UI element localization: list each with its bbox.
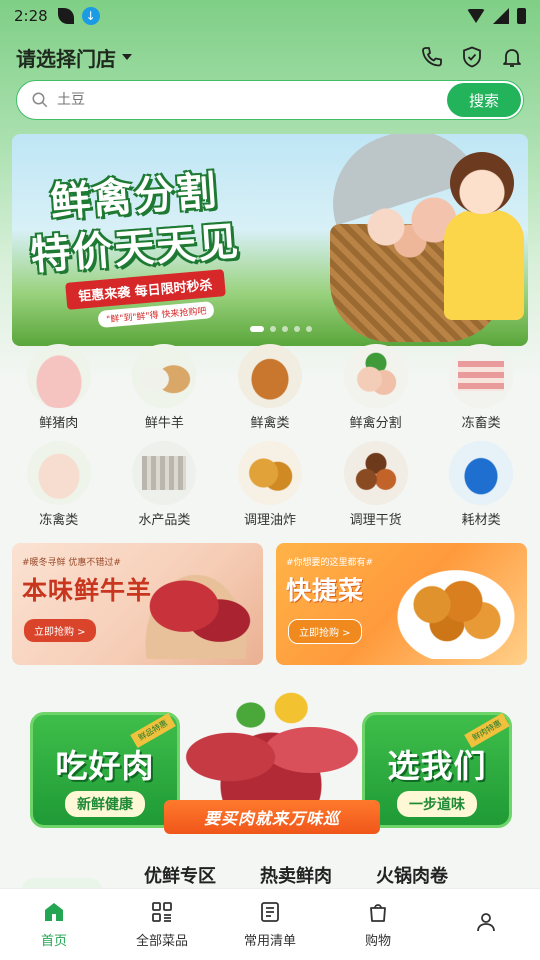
phone-icon[interactable]: [420, 45, 444, 69]
search-bar: 搜索: [16, 80, 524, 120]
promo-card-quick-dishes[interactable]: #你想要的这里都有# 快捷菜 立即抢购 >: [276, 543, 527, 665]
feature-right-text: 选我们: [387, 747, 487, 785]
category-label: 冻禽类: [39, 513, 79, 528]
bell-icon[interactable]: [500, 45, 524, 69]
search-button[interactable]: 搜索: [447, 83, 521, 117]
category-label: 鲜禽类: [250, 416, 290, 431]
tab-all-dishes[interactable]: 全部菜品: [108, 889, 216, 960]
tab-label: 全部菜品: [135, 934, 188, 949]
top-header: 请选择门店: [16, 40, 524, 74]
frozen-chicken-icon: [26, 441, 91, 505]
category-label: 鲜猪肉: [39, 416, 79, 431]
chicken-icon: [237, 344, 302, 408]
banner-character-head: [450, 152, 514, 214]
battery-icon: [517, 8, 526, 24]
tab-label: 常用清单: [243, 934, 296, 949]
carousel-indicator: [250, 326, 312, 332]
feature-right-sub: 一步道味: [397, 791, 477, 817]
search-icon: [32, 92, 48, 108]
download-icon: ↓: [81, 7, 100, 25]
feature-slogan: 要买肉就来万味巡: [164, 800, 380, 834]
glove-icon: [449, 441, 514, 505]
promo-card-beef-mutton[interactable]: #暖冬寻鲜 优惠不错过# 本味鲜牛羊 立即抢购 >: [12, 543, 263, 665]
buy-now-button[interactable]: 立即抢购 >: [24, 619, 96, 642]
buy-now-button[interactable]: 立即抢购 >: [288, 619, 362, 644]
store-selector-label: 请选择门店: [16, 46, 116, 71]
bottom-tab-bar: 首页 全部菜品 常用清单 购物: [0, 888, 540, 960]
category-label: 水产品类: [138, 513, 191, 528]
promo-tag: #你想要的这里都有#: [286, 558, 374, 568]
promo-title: 本味鲜牛羊: [22, 576, 153, 605]
tab-profile[interactable]: [432, 889, 540, 960]
feature-banner-right-panel: 鲜肉特惠 选我们 一步道味: [362, 712, 512, 828]
home-icon: [45, 903, 63, 921]
carousel-dot: [282, 326, 288, 332]
spices-icon: [343, 441, 408, 505]
category-label: 鲜牛羊: [144, 416, 184, 431]
status-indicators: [467, 8, 526, 24]
pig-icon: [26, 344, 91, 408]
category-seafood[interactable]: 水产品类: [112, 441, 218, 528]
shield-check-icon[interactable]: [460, 45, 484, 69]
promo-tag: #暖冬寻鲜 优惠不错过#: [22, 558, 121, 568]
feature-banner-left-panel: 鲜品特惠 吃好肉 新鲜健康: [30, 712, 180, 828]
category-poultry-cuts[interactable]: 鲜禽分割: [323, 344, 429, 431]
category-fresh-pork[interactable]: 鲜猪肉: [6, 344, 112, 431]
meat-platter-graphic: [170, 680, 372, 820]
status-time: 2:28: [14, 7, 48, 25]
search-input[interactable]: [57, 92, 447, 108]
category-consumables[interactable]: 耗材类: [428, 441, 534, 528]
list-icon: [261, 902, 279, 922]
header-actions: [420, 45, 524, 69]
fried-chicken-graphic: [391, 565, 521, 659]
category-beef-mutton[interactable]: 鲜牛羊: [112, 344, 218, 431]
category-frozen-livestock[interactable]: 冻畜类: [428, 344, 534, 431]
feature-left-text: 吃好肉: [55, 747, 155, 785]
signal-icon: [493, 8, 509, 24]
caret-down-icon: [122, 54, 132, 60]
grid-icon: [152, 902, 172, 922]
category-fried-prepared[interactable]: 调理油炸: [217, 441, 323, 528]
category-grid: 鲜猪肉 鲜牛羊 鲜禽类 鲜禽分割 冻畜类 冻禽类 水产品类 调理油炸 调理干货 …: [6, 344, 534, 528]
pork-belly-icon: [449, 344, 514, 408]
tab-cart[interactable]: 购物: [324, 889, 432, 960]
drumstick-icon: [343, 344, 408, 408]
wifi-icon: [467, 9, 485, 23]
tab-label: 购物: [364, 934, 391, 949]
tab-home[interactable]: 首页: [0, 889, 108, 960]
tab-frequent-list[interactable]: 常用清单: [216, 889, 324, 960]
category-label: 调理干货: [349, 513, 402, 528]
shrimp-icon: [132, 441, 197, 505]
beef-graphic: [137, 563, 255, 659]
category-label: 冻畜类: [461, 416, 501, 431]
promo-carousel-banner[interactable]: 鲜禽分割 特价天天见 钜惠来袭 每日限时秒杀 "鲜"到"鲜"得 快来抢购吧: [12, 134, 528, 346]
category-fresh-poultry[interactable]: 鲜禽类: [217, 344, 323, 431]
store-selector[interactable]: 请选择门店: [16, 43, 132, 72]
tab-label: 首页: [40, 934, 67, 949]
category-label: 调理油炸: [243, 513, 296, 528]
category-dry-seasoning[interactable]: 调理干货: [323, 441, 429, 528]
cart-icon: [370, 904, 386, 922]
status-bar: 2:28 ↓: [0, 0, 540, 32]
fried-food-icon: [237, 441, 302, 505]
category-frozen-poultry[interactable]: 冻禽类: [6, 441, 112, 528]
cattle-icon: [132, 344, 197, 408]
carousel-dot: [306, 326, 312, 332]
carousel-dot: [270, 326, 276, 332]
carousel-dot: [294, 326, 300, 332]
user-icon: [477, 912, 495, 931]
promo-title: 快捷菜: [286, 576, 365, 605]
leaf-icon: [57, 8, 74, 24]
carousel-dot: [250, 326, 264, 332]
category-label: 耗材类: [461, 513, 501, 528]
banner-character-body: [444, 210, 524, 320]
category-label: 鲜禽分割: [349, 416, 402, 431]
feature-left-sub: 新鲜健康: [65, 791, 145, 817]
feature-banner[interactable]: 鲜品特惠 吃好肉 新鲜健康 鲜肉特惠 选我们 一步道味 要买肉就来万味巡: [30, 680, 512, 836]
